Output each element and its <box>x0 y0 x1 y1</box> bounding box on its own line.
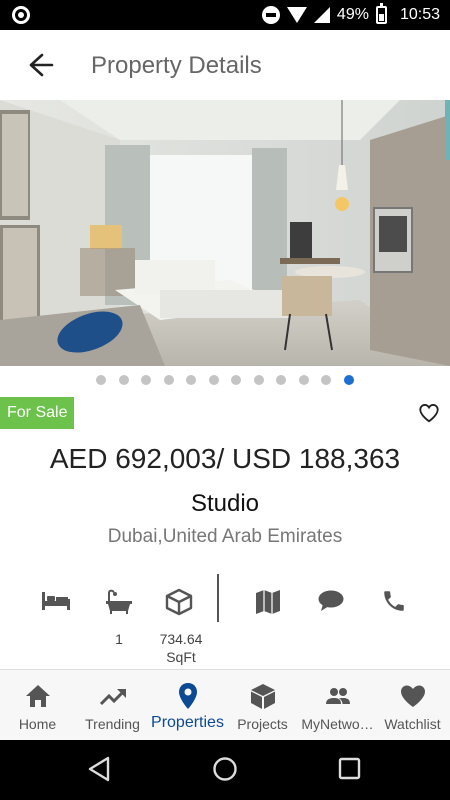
status-icons: 49% 10:53 <box>261 0 440 30</box>
area-value: 734.64 <box>159 631 203 647</box>
nav-projects[interactable]: Projects <box>225 670 300 740</box>
map-button[interactable] <box>248 588 288 618</box>
nav-home[interactable]: Home <box>0 670 75 740</box>
nav-mynetwork[interactable]: MyNetwo… <box>300 670 375 740</box>
home-circle-icon[interactable] <box>213 757 237 781</box>
chat-icon <box>318 590 344 611</box>
nav-home-label: Home <box>18 716 57 732</box>
chat-button[interactable] <box>311 588 351 618</box>
box-icon <box>250 684 275 709</box>
property-photo <box>0 100 450 366</box>
bathrooms-count: 1 <box>115 631 123 647</box>
phone-icon <box>384 591 404 611</box>
price: AED 692,003/ USD 188,363 <box>49 443 401 474</box>
carousel-dot[interactable] <box>231 375 242 385</box>
status-bar: 49% 10:53 <box>0 0 450 30</box>
system-navigation-bar <box>0 740 450 800</box>
back-button[interactable] <box>22 50 56 80</box>
area-feature <box>159 588 199 618</box>
carousel-dot[interactable] <box>343 375 354 385</box>
wifi-icon <box>286 7 307 23</box>
property-image-carousel[interactable] <box>0 100 450 366</box>
arrow-left-icon <box>29 53 54 77</box>
carousel-dot[interactable] <box>321 375 332 385</box>
battery-icon <box>375 3 387 24</box>
home-icon <box>25 685 50 707</box>
nav-projects-label: Projects <box>237 716 288 732</box>
favorite-button[interactable] <box>418 402 440 424</box>
bathtub-icon <box>106 589 132 614</box>
carousel-dot[interactable] <box>276 375 287 385</box>
call-button[interactable] <box>374 588 414 618</box>
people-icon <box>325 688 350 704</box>
app-bar: Property Details <box>0 30 450 100</box>
carousel-indicators <box>0 375 450 385</box>
nav-properties-label: Properties <box>151 714 224 731</box>
signal-icon <box>313 7 330 23</box>
map-icon <box>256 590 280 614</box>
nav-watchlist[interactable]: Watchlist <box>375 670 450 740</box>
nav-properties[interactable]: Properties <box>150 670 225 740</box>
carousel-dot[interactable] <box>96 375 107 385</box>
bed-icon <box>42 592 70 610</box>
carousel-dot[interactable] <box>208 375 219 385</box>
carousel-dot[interactable] <box>253 375 264 385</box>
recents-square-icon[interactable] <box>338 757 361 780</box>
carousel-dot[interactable] <box>186 375 197 385</box>
nav-watchlist-label: Watchlist <box>384 716 441 732</box>
cube-icon <box>165 588 193 616</box>
bottom-navigation: Home Trending Properties Projects MyNetw… <box>0 669 450 740</box>
bedrooms-feature <box>36 588 76 618</box>
heart-icon <box>400 685 425 707</box>
do-not-disturb-icon <box>261 6 280 24</box>
property-location: Dubai,United Arab Emirates <box>107 526 343 547</box>
property-type: Studio <box>190 490 260 517</box>
location-pin-icon <box>178 683 197 709</box>
carousel-dot[interactable] <box>118 375 129 385</box>
trending-icon <box>99 689 126 706</box>
notification-icon <box>12 6 30 24</box>
nav-trending[interactable]: Trending <box>75 670 150 740</box>
carousel-dot[interactable] <box>163 375 174 385</box>
nav-trending-label: Trending <box>85 716 140 732</box>
page-title: Property Details <box>91 52 262 79</box>
clock: 10:53 <box>399 6 440 23</box>
carousel-dot[interactable] <box>298 375 309 385</box>
area-unit: SqFt <box>166 649 196 665</box>
bathrooms-feature <box>99 588 139 618</box>
carousel-dot[interactable] <box>141 375 152 385</box>
battery-percent: 49% <box>336 6 369 23</box>
for-sale-badge: For Sale <box>0 397 75 429</box>
back-triangle-icon[interactable] <box>88 756 110 782</box>
features-divider <box>217 574 219 622</box>
nav-mynetwork-label: MyNetwo… <box>301 716 374 732</box>
heart-outline-icon <box>419 404 439 423</box>
